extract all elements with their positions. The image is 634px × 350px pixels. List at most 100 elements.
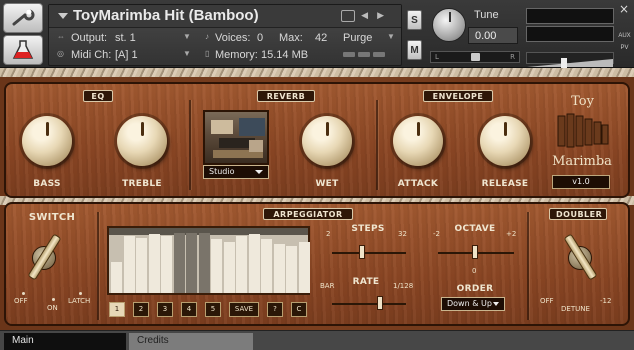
midi-label: Midi Ch:: [71, 49, 112, 61]
close-icon[interactable]: ×: [617, 2, 631, 16]
aux-button[interactable]: AUX: [617, 33, 632, 39]
pv-button[interactable]: PV: [617, 45, 632, 51]
order-dropdown[interactable]: Down & Up: [441, 297, 505, 311]
pan-left-label: L: [435, 53, 439, 61]
pan-slider[interactable]: L R: [430, 51, 520, 63]
output-dropdown-icon[interactable]: ▼: [183, 32, 191, 41]
flask-icon: [12, 40, 34, 59]
switch-label: SWITCH: [28, 212, 76, 223]
level-meter-left: [526, 8, 614, 24]
arp-step-bar[interactable]: [248, 234, 260, 293]
pan-thumb[interactable]: [471, 53, 480, 61]
switch-on-label: ON: [47, 304, 58, 312]
arp-step-bar[interactable]: [261, 239, 272, 293]
arp-pattern-button[interactable]: 4: [181, 302, 197, 317]
arp-pattern-button[interactable]: SAVE: [229, 302, 259, 317]
steps-max-label: 32: [398, 230, 407, 238]
arp-step-bar[interactable]: [198, 233, 210, 293]
tune-label: Tune: [474, 9, 499, 21]
treble-knob[interactable]: [117, 116, 167, 166]
level-meter-right: [526, 26, 614, 42]
doubler-off-label: OFF: [540, 297, 554, 305]
purge-indicator: [343, 52, 385, 57]
output-label: Output:: [71, 32, 108, 44]
divider: [189, 100, 191, 190]
release-knob[interactable]: [480, 116, 530, 166]
volume-slider[interactable]: [526, 52, 614, 68]
mute-button[interactable]: M: [407, 40, 422, 60]
output-value[interactable]: st. 1: [115, 32, 136, 44]
arp-pattern-button[interactable]: ?: [267, 302, 283, 317]
bass-knob[interactable]: [22, 116, 72, 166]
arp-step-bar[interactable]: [161, 236, 172, 293]
purge-label[interactable]: Purge: [343, 32, 372, 44]
arp-step-bar[interactable]: [236, 236, 247, 293]
arp-step-grid[interactable]: [107, 226, 310, 295]
switch-on-indicator: [52, 298, 55, 301]
doubler-max-label: -12: [600, 297, 612, 305]
rate-slider-track[interactable]: [332, 303, 406, 305]
tab-bar: Main Credits: [0, 330, 634, 350]
switch-toggle[interactable]: [24, 232, 64, 288]
arp-pattern-button[interactable]: 2: [133, 302, 149, 317]
arp-pattern-button[interactable]: 1: [109, 302, 125, 317]
arp-pattern-button[interactable]: 3: [157, 302, 173, 317]
attack-knob[interactable]: [393, 116, 443, 166]
doubler-section-label: DOUBLER: [549, 208, 607, 220]
flask-button[interactable]: [3, 35, 43, 65]
doubler-toggle[interactable]: [560, 232, 600, 288]
switch-latch-indicator: [79, 292, 82, 295]
arp-step-bar[interactable]: [223, 242, 235, 293]
arp-step-bar[interactable]: [273, 244, 285, 293]
arp-step-bar[interactable]: [123, 236, 135, 293]
divider: [527, 212, 529, 320]
octave-max-label: +2: [506, 230, 517, 238]
midi-row: ◎ Midi Ch: [A] 1 ▼ ▯ Memory: 15.14 MB: [49, 46, 401, 64]
arp-step-bar[interactable]: [186, 233, 197, 293]
arp-step-bar[interactable]: [286, 246, 297, 293]
switch-off-indicator: [22, 292, 25, 295]
brand-title-line2: Marimba: [552, 154, 612, 169]
steps-slider-track[interactable]: [332, 252, 406, 254]
reverb-room-image: [203, 110, 269, 165]
arp-step-bar[interactable]: [211, 239, 222, 293]
brand-title-line1: Toy: [571, 94, 594, 109]
tab-main[interactable]: Main: [4, 333, 126, 350]
midi-value[interactable]: [A] 1: [115, 49, 138, 61]
eq-section-label: EQ: [83, 90, 113, 102]
rate-slider-thumb[interactable]: [377, 296, 383, 310]
max-value[interactable]: 42: [315, 32, 327, 44]
instrument-header: ToyMarimba Hit (Bamboo) ◀▶ ⇔ Output: st.…: [0, 0, 634, 68]
arp-pattern-button[interactable]: C: [291, 302, 307, 317]
tune-value[interactable]: 0.00: [468, 27, 518, 44]
collapse-triangle-icon[interactable]: [58, 13, 68, 19]
arp-step-bar[interactable]: [298, 242, 310, 293]
arp-step-bar[interactable]: [136, 238, 147, 293]
arp-pattern-button[interactable]: 5: [205, 302, 221, 317]
order-label: ORDER: [456, 284, 494, 294]
divider: [376, 100, 378, 190]
reverb-preset-dropdown[interactable]: Studio: [203, 165, 269, 179]
arp-step-bar[interactable]: [148, 234, 160, 293]
preset-nav-arrows[interactable]: ◀▶: [361, 11, 393, 21]
pan-right-label: R: [510, 53, 515, 61]
octave-slider-thumb[interactable]: [472, 245, 478, 259]
wet-label: WET: [315, 179, 339, 189]
solo-button[interactable]: S: [407, 10, 422, 30]
switch-off-label: OFF: [14, 297, 28, 305]
midi-icon: ◎: [57, 49, 64, 58]
arpeggiator-section-label: ARPEGGIATOR: [263, 208, 353, 220]
rate-max-label: 1/128: [393, 282, 414, 290]
instrument-name[interactable]: ToyMarimba Hit (Bamboo): [73, 7, 259, 24]
wet-knob[interactable]: [302, 116, 352, 166]
camera-icon[interactable]: [341, 10, 355, 22]
purge-dropdown-icon[interactable]: ▼: [387, 32, 395, 41]
midi-dropdown-icon[interactable]: ▼: [183, 49, 191, 58]
arp-step-bar[interactable]: [173, 233, 185, 293]
arp-step-bar[interactable]: [111, 262, 122, 293]
tune-knob[interactable]: [432, 8, 466, 42]
memory-value: 15.14 MB: [261, 49, 309, 61]
wrench-button[interactable]: [3, 3, 43, 33]
tab-credits[interactable]: Credits: [129, 333, 253, 350]
steps-slider-thumb[interactable]: [359, 245, 365, 259]
